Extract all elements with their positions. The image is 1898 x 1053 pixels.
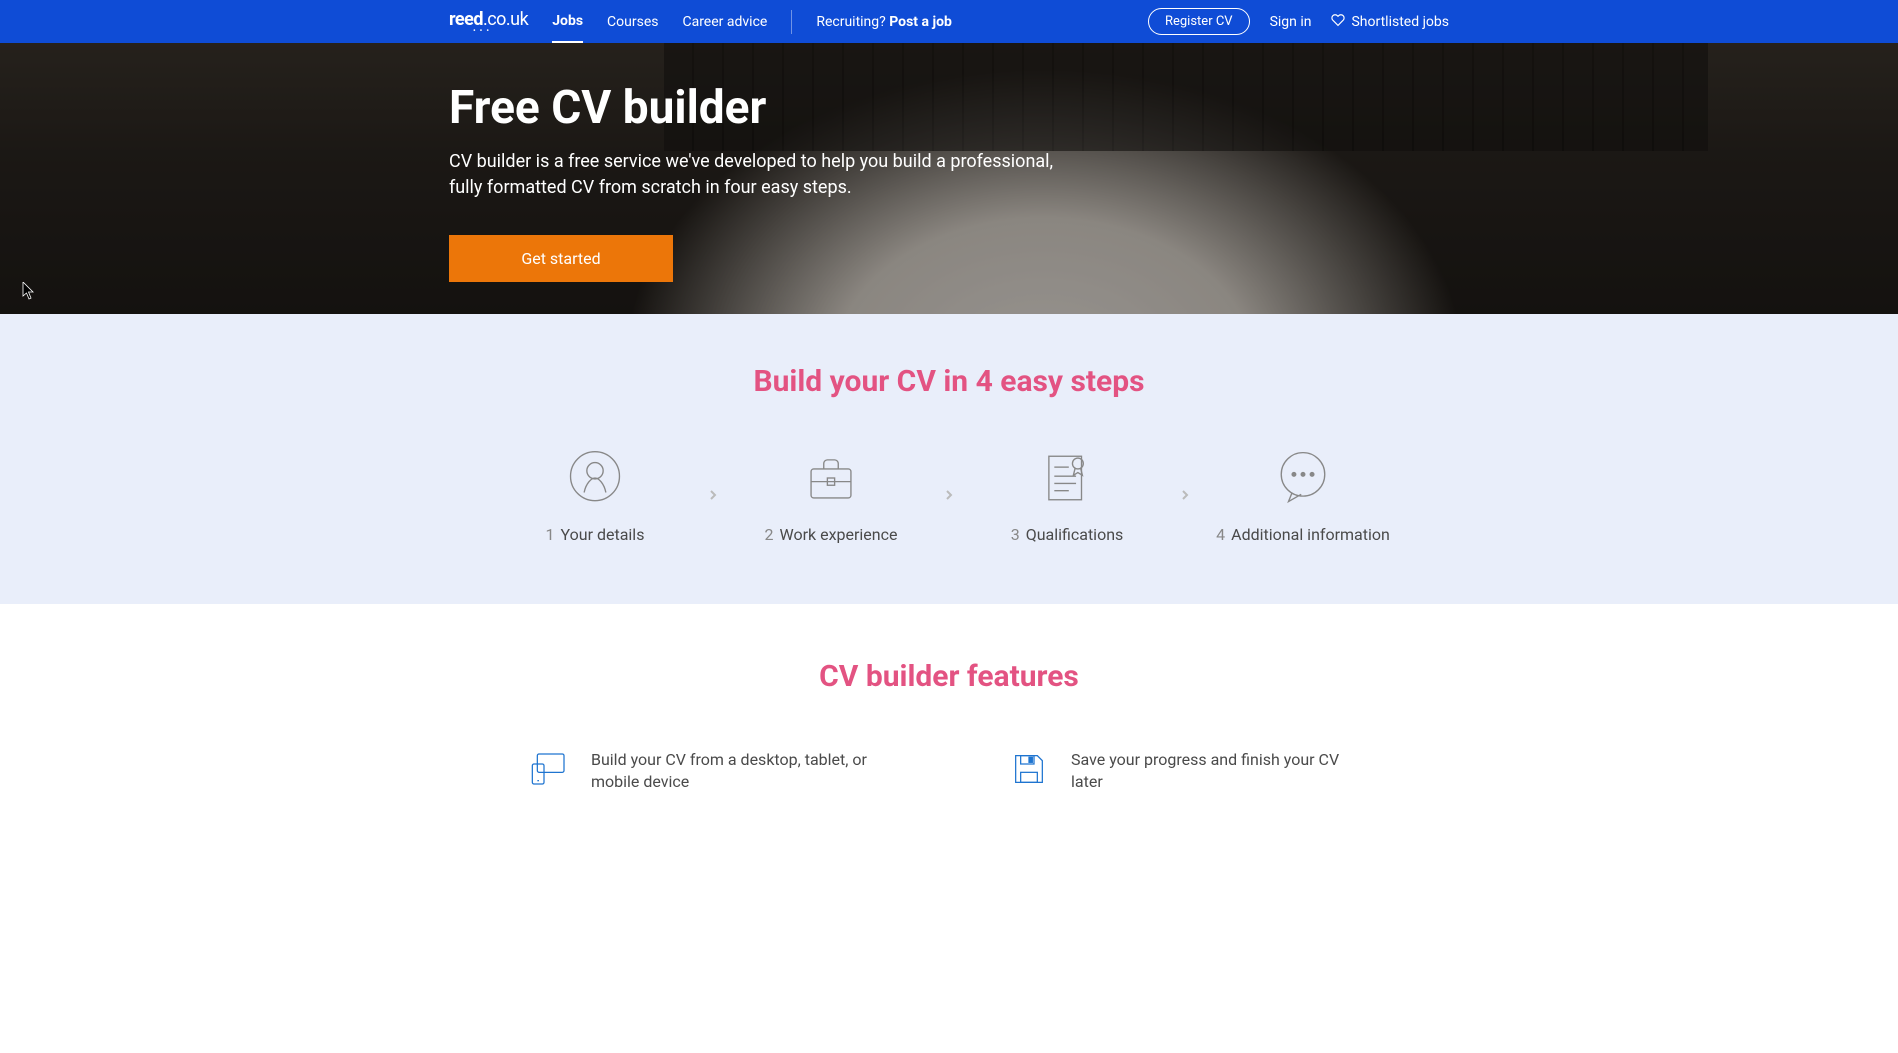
register-cv-button[interactable]: Register CV (1148, 8, 1250, 35)
step-label: 1Your details (546, 525, 645, 544)
feature-text: Build your CV from a desktop, tablet, or… (591, 749, 889, 794)
heart-icon (1331, 13, 1345, 31)
step-additional-information: 4Additional information (1203, 449, 1403, 544)
hero-subtitle: CV builder is a free service we've devel… (449, 149, 1089, 201)
nav-link-post-a-job[interactable]: Recruiting? Post a job (816, 14, 952, 30)
feature-save-progress: Save your progress and finish your CV la… (1009, 749, 1369, 794)
person-icon (564, 449, 626, 507)
shortlisted-jobs-link[interactable]: Shortlisted jobs (1331, 13, 1449, 31)
chevron-right-icon (705, 487, 721, 507)
step-work-experience: 2Work experience (731, 449, 931, 544)
hero-title: Free CV builder (449, 81, 1449, 135)
shortlisted-label: Shortlisted jobs (1351, 14, 1449, 30)
save-icon (1009, 749, 1049, 793)
features-title: CV builder features (0, 659, 1898, 694)
chevron-right-icon (1177, 487, 1193, 507)
feature-text: Save your progress and finish your CV la… (1071, 749, 1369, 794)
primary-nav: Jobs Courses Career advice Recruiting? P… (552, 1, 952, 43)
get-started-button[interactable]: Get started (449, 235, 673, 282)
step-label: 2Work experience (765, 525, 898, 544)
certificate-icon (1036, 449, 1098, 507)
top-nav: reed.co.uk • • • Jobs Courses Career adv… (0, 0, 1898, 43)
nav-link-career-advice[interactable]: Career advice (682, 2, 767, 42)
nav-divider (791, 10, 792, 34)
step-label: 4Additional information (1216, 525, 1390, 544)
speech-bubble-icon (1272, 449, 1334, 507)
nav-link-jobs[interactable]: Jobs (552, 1, 583, 43)
recruiting-bold: Post a job (889, 14, 952, 30)
steps-title: Build your CV in 4 easy steps (0, 364, 1898, 399)
steps-section: Build your CV in 4 easy steps 1Your deta… (0, 314, 1898, 604)
step-your-details: 1Your details (495, 449, 695, 544)
step-label: 3Qualifications (1011, 525, 1124, 544)
feature-multi-device: Build your CV from a desktop, tablet, or… (529, 749, 889, 794)
sign-in-link[interactable]: Sign in (1270, 14, 1312, 30)
briefcase-icon (800, 449, 862, 507)
chevron-right-icon (941, 487, 957, 507)
steps-row: 1Your details 2Work experience 3Qualific… (0, 449, 1898, 544)
nav-link-courses[interactable]: Courses (607, 2, 658, 42)
features-section: CV builder features Build your CV from a… (0, 604, 1898, 849)
step-qualifications: 3Qualifications (967, 449, 1167, 544)
logo-dots-icon: • • • (473, 26, 490, 35)
recruiting-prefix: Recruiting? (816, 14, 889, 30)
hero: Free CV builder CV builder is a free ser… (0, 43, 1898, 314)
logo[interactable]: reed.co.uk • • • (449, 9, 528, 34)
features-row: Build your CV from a desktop, tablet, or… (0, 749, 1898, 794)
devices-icon (529, 749, 569, 793)
